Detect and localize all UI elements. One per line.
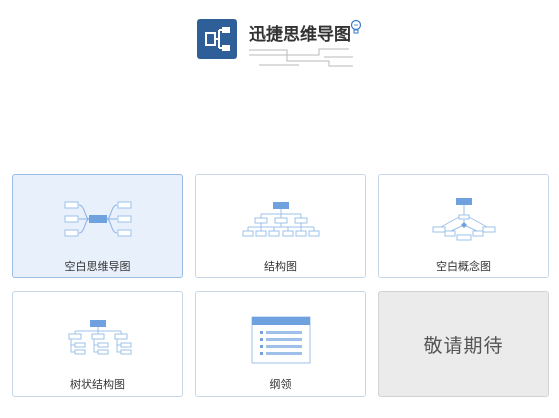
app-header: 迅捷思维导图 — [197, 16, 367, 67]
lightbulb-icon — [350, 19, 362, 39]
card-label: 空白思维导图 — [64, 260, 131, 273]
template-card-blank-mindmap[interactable]: 空白思维导图 — [12, 174, 183, 278]
outline-icon — [251, 316, 311, 368]
decorative-lines — [249, 47, 359, 73]
concept-map-icon — [429, 195, 499, 249]
mindmap-logo-icon — [197, 19, 237, 59]
template-card-tree[interactable]: 树状结构图 — [12, 291, 183, 397]
tree-chart-icon — [63, 318, 133, 372]
card-label: 结构图 — [264, 260, 297, 273]
mindmap-icon — [63, 197, 133, 245]
card-label: 纲领 — [269, 378, 292, 391]
coming-soon-label: 敬请期待 — [423, 334, 504, 357]
template-card-concept-map[interactable]: 空白概念图 — [378, 174, 549, 278]
template-card-structure[interactable]: 结构图 — [195, 174, 366, 278]
card-label: 空白概念图 — [436, 260, 491, 273]
template-card-coming-soon: 敬请期待 — [378, 291, 549, 397]
org-chart-icon — [241, 200, 321, 246]
template-card-outline[interactable]: 纲领 — [195, 291, 366, 397]
app-title: 迅捷思维导图 — [249, 25, 351, 45]
card-label: 树状结构图 — [70, 378, 125, 391]
